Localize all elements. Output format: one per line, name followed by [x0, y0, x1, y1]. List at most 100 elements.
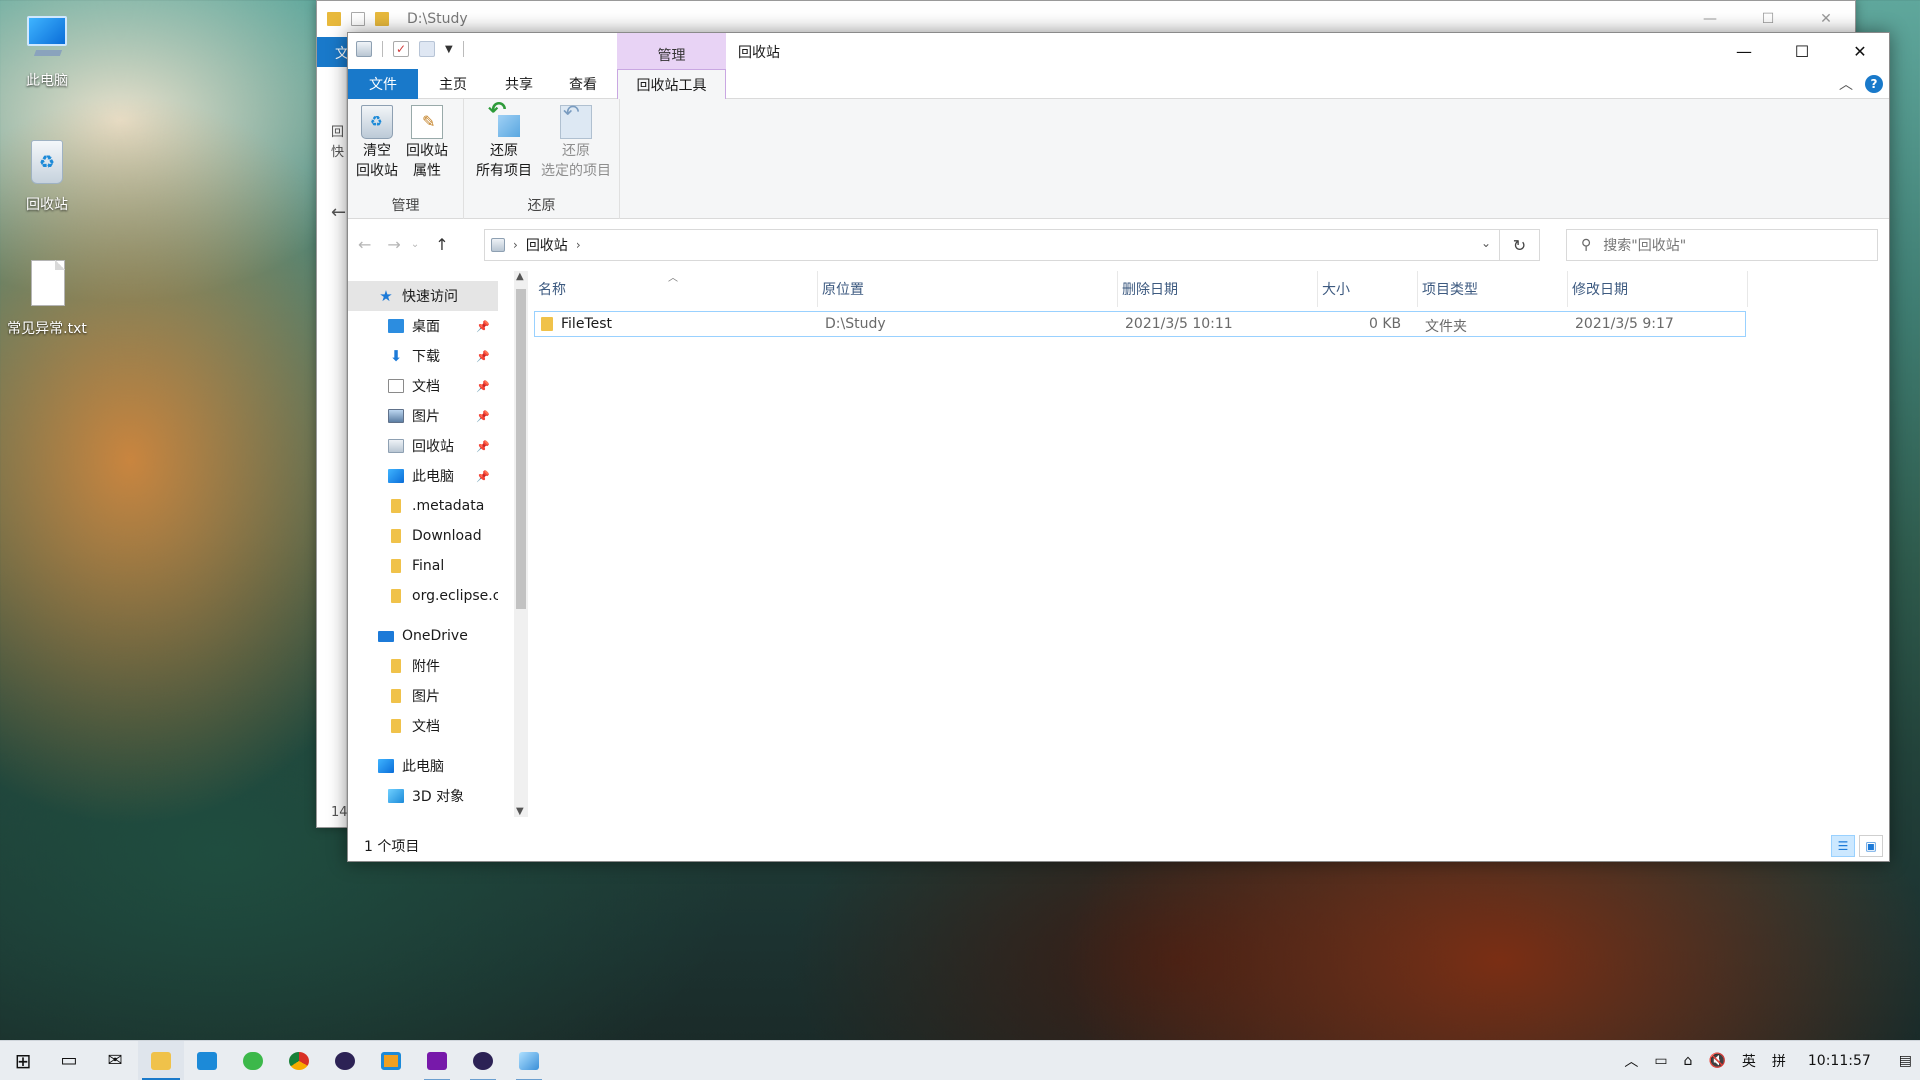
forward-arrow-icon[interactable]: → — [387, 235, 400, 254]
column-header-item-type[interactable]: 项目类型 — [1418, 271, 1568, 307]
clock[interactable]: 10:11:57 — [1794, 1053, 1891, 1069]
column-label: 修改日期 — [1572, 282, 1628, 298]
column-header-size[interactable]: 大小 — [1318, 271, 1418, 307]
tab-share[interactable]: 共享 — [488, 69, 550, 99]
scroll-down-icon[interactable]: ▼ — [516, 806, 524, 817]
refresh-icon[interactable]: ↻ — [1499, 230, 1539, 260]
nav-this-pc[interactable]: 此电脑 — [348, 751, 498, 781]
close-button[interactable]: ✕ — [1831, 33, 1889, 69]
taskbar-eclipse-2[interactable] — [460, 1041, 506, 1080]
notification-icon[interactable]: ▤ — [1891, 1053, 1920, 1069]
nav-item-final[interactable]: Final — [348, 551, 498, 581]
chevron-down-icon[interactable]: ⌄ — [1481, 236, 1491, 250]
button-label: 选定的项目 — [541, 163, 611, 179]
battery-icon[interactable]: ▭ — [1646, 1053, 1675, 1069]
help-icon[interactable]: ? — [1865, 75, 1883, 93]
star-icon: ★ — [379, 287, 393, 305]
recycle-bin-window[interactable]: ✓ ▼ 管理 回收站 — ☐ ✕ 文件 主页 共享 查看 回收站工具 ︿ ? 清… — [347, 32, 1890, 862]
nav-item-desktop[interactable]: 桌面 📌 — [348, 311, 498, 341]
chevron-right-icon[interactable]: › — [513, 238, 518, 252]
pin-icon[interactable]: 📌 — [476, 320, 490, 333]
content-area: ★ 快速访问 桌面 📌 ⬇ 下载 📌 文档 📌 图片 📌 回收站 📌 此电脑 📌… — [348, 271, 1889, 831]
taskbar-app[interactable] — [368, 1041, 414, 1080]
button-label: 回收站 — [406, 143, 448, 159]
recycle-bin-icon[interactable] — [356, 41, 372, 57]
taskbar-onenote[interactable] — [414, 1041, 460, 1080]
cell-date-modified: 2021/3/5 9:17 — [1575, 316, 1674, 332]
nav-item-3d-objects[interactable]: 3D 对象 — [348, 781, 498, 811]
task-view-button[interactable]: ▭ — [46, 1041, 92, 1080]
pin-icon[interactable]: 📌 — [476, 440, 490, 453]
large-icons-view-icon[interactable]: ▣ — [1859, 835, 1883, 857]
up-arrow-icon[interactable]: ↑ — [435, 235, 448, 254]
volume-muted-icon[interactable]: 🔇 — [1700, 1053, 1733, 1069]
ribbon: 清空 回收站 回收站 属性 管理 还原 所有项目 还原 选定的项目 还原 — [348, 99, 1889, 219]
properties-icon[interactable]: ✓ — [393, 41, 409, 57]
tab-recycle-bin-tools[interactable]: 回收站工具 — [617, 69, 726, 100]
desktop-icon-this-pc[interactable]: 此电脑 — [2, 10, 92, 90]
taskbar-file-explorer[interactable] — [138, 1040, 184, 1080]
table-row[interactable]: FileTest D:\Study 2021/3/5 10:11 0 KB 文件… — [534, 311, 1746, 337]
network-icon[interactable]: ⌂ — [1676, 1053, 1701, 1069]
ime-mode[interactable]: 拼 — [1764, 1051, 1794, 1071]
back-arrow-icon[interactable]: ← — [331, 203, 346, 223]
nav-item-documents[interactable]: 文档 📌 — [348, 371, 498, 401]
chevron-up-icon[interactable]: ︿ — [1616, 1051, 1646, 1071]
taskbar-wechat[interactable] — [230, 1041, 276, 1080]
computer-icon — [378, 759, 394, 773]
nav-item-metadata[interactable]: .metadata — [348, 491, 498, 521]
nav-item-org-eclipse[interactable]: org.eclipse.cc — [348, 581, 498, 611]
new-folder-icon[interactable] — [419, 41, 435, 57]
chevron-right-icon[interactable]: › — [576, 238, 581, 252]
collapse-ribbon-icon[interactable]: ︿ — [1839, 74, 1853, 94]
pin-icon[interactable]: 📌 — [476, 380, 490, 393]
desktop-icon-recycle-bin[interactable]: ♻ 回收站 — [2, 134, 92, 214]
column-header-date-modified[interactable]: 修改日期 — [1568, 271, 1748, 307]
nav-item-download-folder[interactable]: Download — [348, 521, 498, 551]
tab-file[interactable]: 文件 — [348, 69, 418, 99]
nav-onedrive[interactable]: OneDrive — [348, 621, 498, 651]
pin-icon[interactable]: 📌 — [476, 350, 490, 363]
chevron-down-icon[interactable]: ▼ — [445, 44, 453, 55]
address-bar[interactable]: › 回收站 › ⌄ ↻ — [484, 229, 1540, 261]
ime-language[interactable]: 英 — [1734, 1051, 1764, 1071]
taskbar-store[interactable] — [184, 1041, 230, 1080]
navpane-scrollbar[interactable]: ▲ ▼ — [514, 271, 528, 817]
sort-ascending-icon: ︿ — [668, 273, 678, 284]
scrollbar-thumb[interactable] — [516, 289, 526, 609]
nav-item-onedrive-documents[interactable]: 文档 — [348, 711, 498, 741]
taskbar-eclipse[interactable] — [322, 1041, 368, 1080]
details-view-icon[interactable]: ☰ — [1831, 835, 1855, 857]
taskbar-mail[interactable]: ✉ — [92, 1041, 138, 1080]
pin-icon[interactable]: 📌 — [476, 410, 490, 423]
nav-item-onedrive-pictures[interactable]: 图片 — [348, 681, 498, 711]
navigation-pane: ★ 快速访问 桌面 📌 ⬇ 下载 📌 文档 📌 图片 📌 回收站 📌 此电脑 📌… — [348, 271, 498, 831]
search-input[interactable]: ⚲ 搜索"回收站" — [1566, 229, 1878, 261]
start-button[interactable]: ⊞ — [0, 1041, 46, 1080]
system-tray: ︿ ▭ ⌂ 🔇 英 拼 10:11:57 ▤ — [1616, 1041, 1920, 1080]
pin-icon[interactable]: 📌 — [476, 470, 490, 483]
minimize-button[interactable]: — — [1715, 33, 1773, 69]
column-header-name[interactable]: 名称 ︿ — [534, 271, 818, 307]
maximize-button[interactable]: ☐ — [1773, 33, 1831, 69]
nav-label: 附件 — [412, 659, 440, 675]
nav-item-pictures[interactable]: 图片 📌 — [348, 401, 498, 431]
desktop-icon-txt-file[interactable]: 常见异常.txt — [2, 258, 92, 338]
taskbar-chrome[interactable] — [276, 1041, 322, 1080]
column-header-date-deleted[interactable]: 删除日期 — [1118, 271, 1318, 307]
nav-quick-access[interactable]: ★ 快速访问 — [348, 281, 498, 311]
recent-locations-icon[interactable]: ⌄ — [411, 239, 419, 250]
tab-view[interactable]: 查看 — [552, 69, 614, 99]
computer-icon — [388, 469, 404, 483]
nav-item-attachments[interactable]: 附件 — [348, 651, 498, 681]
breadcrumb-recycle-bin[interactable]: 回收站 — [526, 235, 568, 255]
scroll-up-icon[interactable]: ▲ — [516, 271, 524, 282]
tab-home[interactable]: 主页 — [422, 69, 484, 99]
column-header-original-location[interactable]: 原位置 — [818, 271, 1118, 307]
nav-item-downloads[interactable]: ⬇ 下载 📌 — [348, 341, 498, 371]
back-arrow-icon[interactable]: ← — [358, 235, 371, 254]
nav-item-recycle-bin[interactable]: 回收站 📌 — [348, 431, 498, 461]
nav-item-this-pc-quick[interactable]: 此电脑 📌 — [348, 461, 498, 491]
taskbar-app-2[interactable] — [506, 1041, 552, 1080]
